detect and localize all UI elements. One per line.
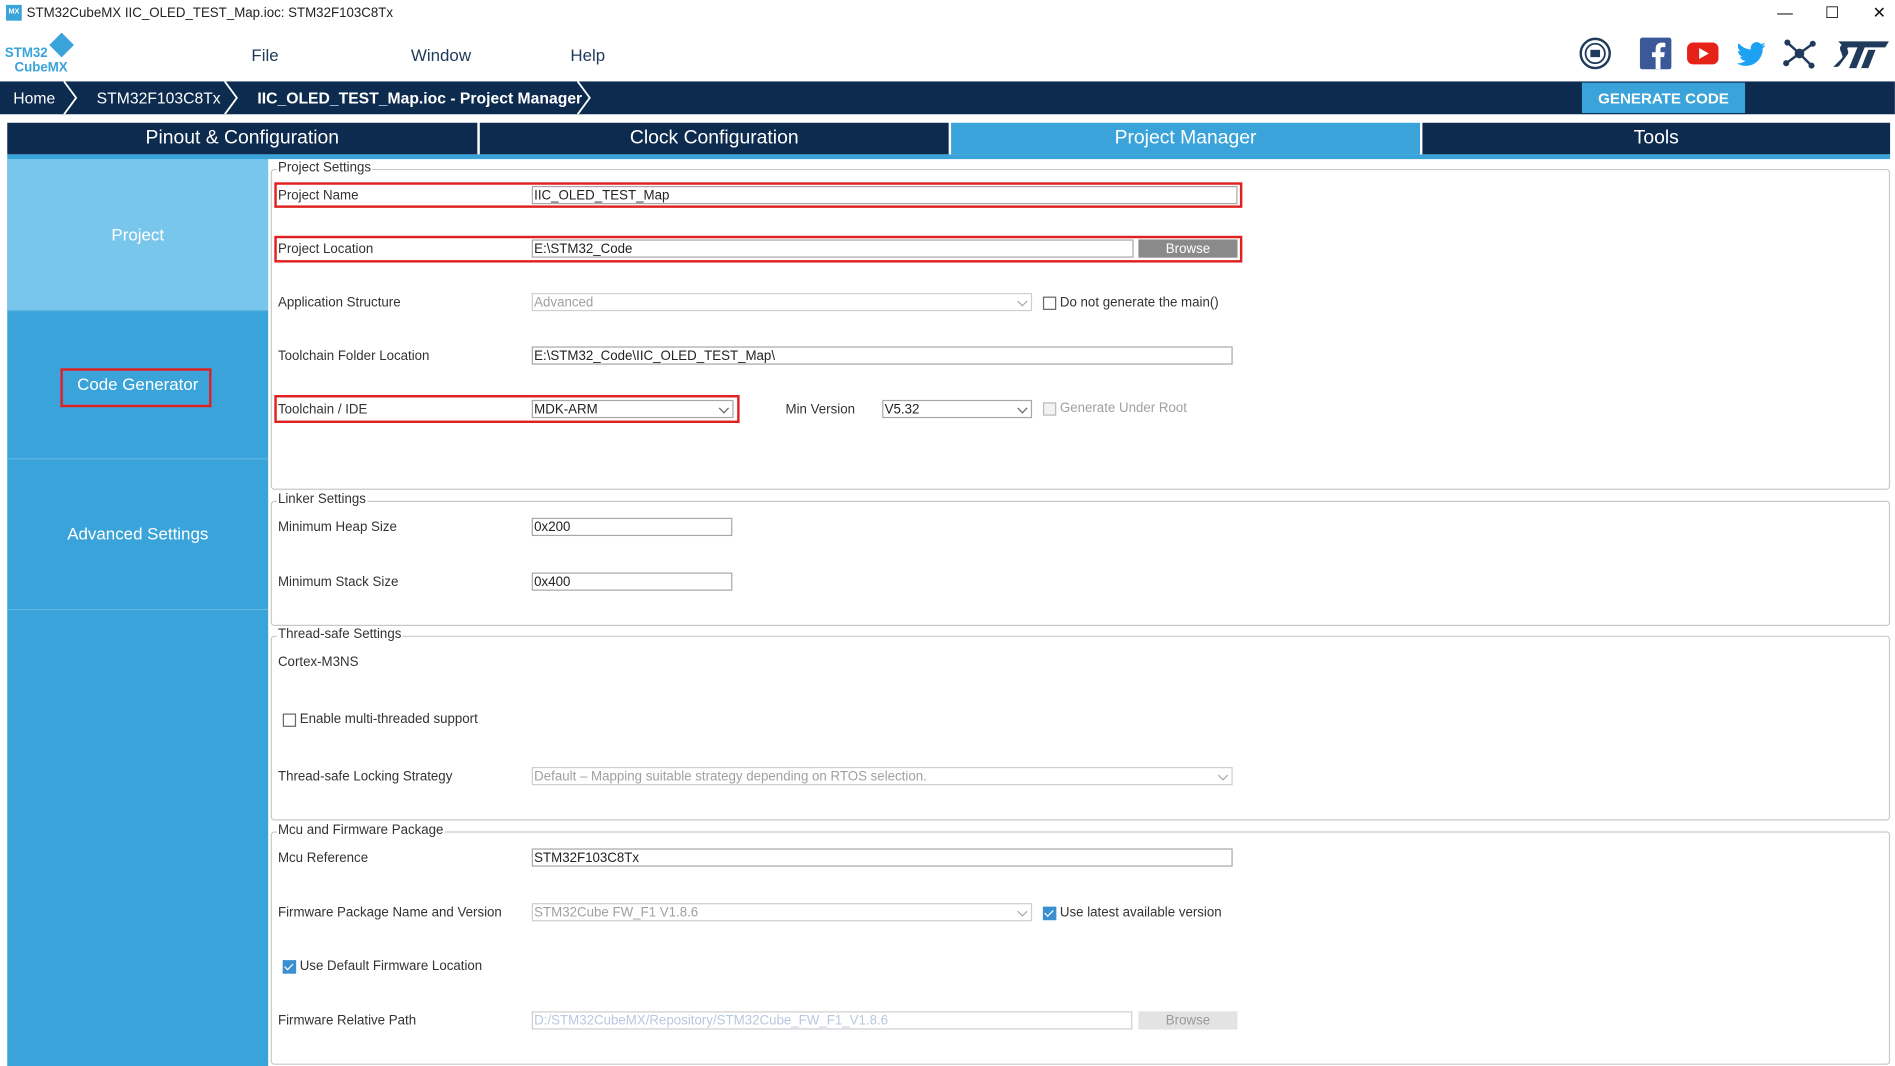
locking-strategy-select[interactable]: Default – Mapping suitable strategy depe… xyxy=(531,766,1233,786)
group-title: Linker Settings xyxy=(276,492,368,507)
firmware-package-select[interactable]: STM32Cube FW_F1 V1.8.6 xyxy=(531,903,1033,922)
breadcrumb-project[interactable]: IIC_OLED_TEST_Map.ioc - Project Manager xyxy=(257,89,582,107)
min-version-label: Min Version xyxy=(785,402,855,417)
app-window: MX STM32CubeMX IIC_OLED_TEST_Map.ioc: ST… xyxy=(0,0,1895,1066)
window-title: STM32CubeMX IIC_OLED_TEST_Map.ioc: STM32… xyxy=(26,6,394,21)
multithread-checkbox[interactable] xyxy=(282,713,297,727)
mcu-reference-label: Mcu Reference xyxy=(277,850,369,866)
cube-icon xyxy=(49,32,74,58)
firmware-package-label: Firmware Package Name and Version xyxy=(277,905,502,921)
chevron-right-icon xyxy=(576,81,591,115)
breadcrumb-mcu[interactable]: STM32F103C8Tx xyxy=(97,89,221,107)
project-name-highlight xyxy=(274,182,1243,208)
chevron-right-icon xyxy=(224,81,238,115)
default-firmware-location-label: Use Default Firmware Location xyxy=(299,959,483,974)
firmware-relative-path-input[interactable]: D:/STM32CubeMX/Repository/STM32Cube_FW_F… xyxy=(531,1011,1133,1030)
thread-safe-settings-group: Thread-safe Settings xyxy=(270,627,1891,821)
generate-under-root-label: Generate Under Root xyxy=(1059,401,1187,416)
tab-tools[interactable]: Tools xyxy=(1422,122,1891,155)
use-latest-checkbox[interactable] xyxy=(1042,906,1057,921)
twitter-icon[interactable] xyxy=(1734,36,1768,70)
heap-size-label: Minimum Heap Size xyxy=(277,520,397,535)
anniversary-badge-icon[interactable] xyxy=(1578,36,1612,70)
breadcrumb-home[interactable]: Home xyxy=(13,89,55,107)
st-logo-icon[interactable] xyxy=(1831,36,1891,70)
mcu-reference-input[interactable]: STM32F103C8Tx xyxy=(531,848,1233,867)
menu-help[interactable]: Help xyxy=(570,45,605,64)
generate-code-button[interactable]: GENERATE CODE xyxy=(1581,82,1746,114)
menu-file[interactable]: File xyxy=(251,45,278,64)
tab-clock-configuration[interactable]: Clock Configuration xyxy=(479,122,949,155)
sidebar-item-project[interactable]: Project xyxy=(7,159,269,310)
maximize-button[interactable]: ☐ xyxy=(1814,2,1850,24)
code-generator-highlight xyxy=(60,368,212,408)
logo-line1: STM32 xyxy=(4,46,48,61)
toolchain-ide-highlight xyxy=(274,395,740,423)
linker-settings-group: Linker Settings xyxy=(270,492,1891,626)
chevron-right-icon xyxy=(63,81,78,115)
toolchain-folder-label: Toolchain Folder Location xyxy=(277,348,430,364)
min-version-select[interactable]: V5.32 xyxy=(882,399,1033,419)
project-settings-group: Project Settings xyxy=(270,160,1891,490)
firmware-path-browse-button[interactable]: Browse xyxy=(1138,1011,1238,1030)
sidebar-item-advanced-settings[interactable]: Advanced Settings xyxy=(7,459,268,609)
app-icon: MX xyxy=(6,4,22,21)
minimize-button[interactable]: — xyxy=(1767,2,1803,24)
stack-size-label: Minimum Stack Size xyxy=(277,574,399,590)
menu-bar: STM32 CubeMX File Window Help xyxy=(0,26,1895,82)
multithread-label: Enable multi-threaded support xyxy=(299,712,478,727)
title-bar: MX STM32CubeMX IIC_OLED_TEST_Map.ioc: ST… xyxy=(0,0,1895,27)
group-title: Thread-safe Settings xyxy=(276,627,403,642)
heap-size-input[interactable]: 0x200 xyxy=(531,517,733,537)
use-latest-label: Use latest available version xyxy=(1059,905,1222,921)
firmware-relative-path-label: Firmware Relative Path xyxy=(277,1013,417,1029)
logo-line2: CubeMX xyxy=(14,60,68,76)
main-tabs: Pinout & Configuration Clock Configurati… xyxy=(7,122,1891,155)
project-manager-sidebar: Project Code Generator Advanced Settings xyxy=(7,159,269,1066)
locking-strategy-label: Thread-safe Locking Strategy xyxy=(277,769,453,784)
network-icon[interactable] xyxy=(1783,36,1817,70)
group-title: Mcu and Firmware Package xyxy=(276,822,445,838)
no-main-checkbox[interactable] xyxy=(1042,296,1057,310)
tab-project-manager[interactable]: Project Manager xyxy=(951,122,1420,155)
youtube-icon[interactable] xyxy=(1686,36,1720,70)
close-button[interactable]: ✕ xyxy=(1861,2,1895,24)
group-title: Project Settings xyxy=(276,160,373,176)
project-location-highlight xyxy=(274,235,1243,263)
app-structure-label: Application Structure xyxy=(277,295,401,310)
project-settings-panel: Project Settings Project Name IIC_OLED_T… xyxy=(268,159,1895,1066)
generate-under-root-checkbox[interactable] xyxy=(1042,402,1057,416)
toolchain-folder-input[interactable]: E:\STM32_Code\IIC_OLED_TEST_Map\ xyxy=(531,346,1233,365)
stack-size-input[interactable]: 0x400 xyxy=(531,572,733,591)
menu-window[interactable]: Window xyxy=(411,45,471,64)
facebook-icon[interactable] xyxy=(1639,36,1673,70)
core-label: Cortex-M3NS xyxy=(277,655,359,670)
no-main-label: Do not generate the main() xyxy=(1059,295,1219,310)
tab-pinout-configuration[interactable]: Pinout & Configuration xyxy=(7,122,478,155)
sidebar-divider xyxy=(7,608,269,611)
stm32cubemx-logo: STM32 CubeMX xyxy=(4,32,78,78)
app-structure-select[interactable]: Advanced xyxy=(531,292,1033,312)
default-firmware-location-checkbox[interactable] xyxy=(282,960,297,974)
